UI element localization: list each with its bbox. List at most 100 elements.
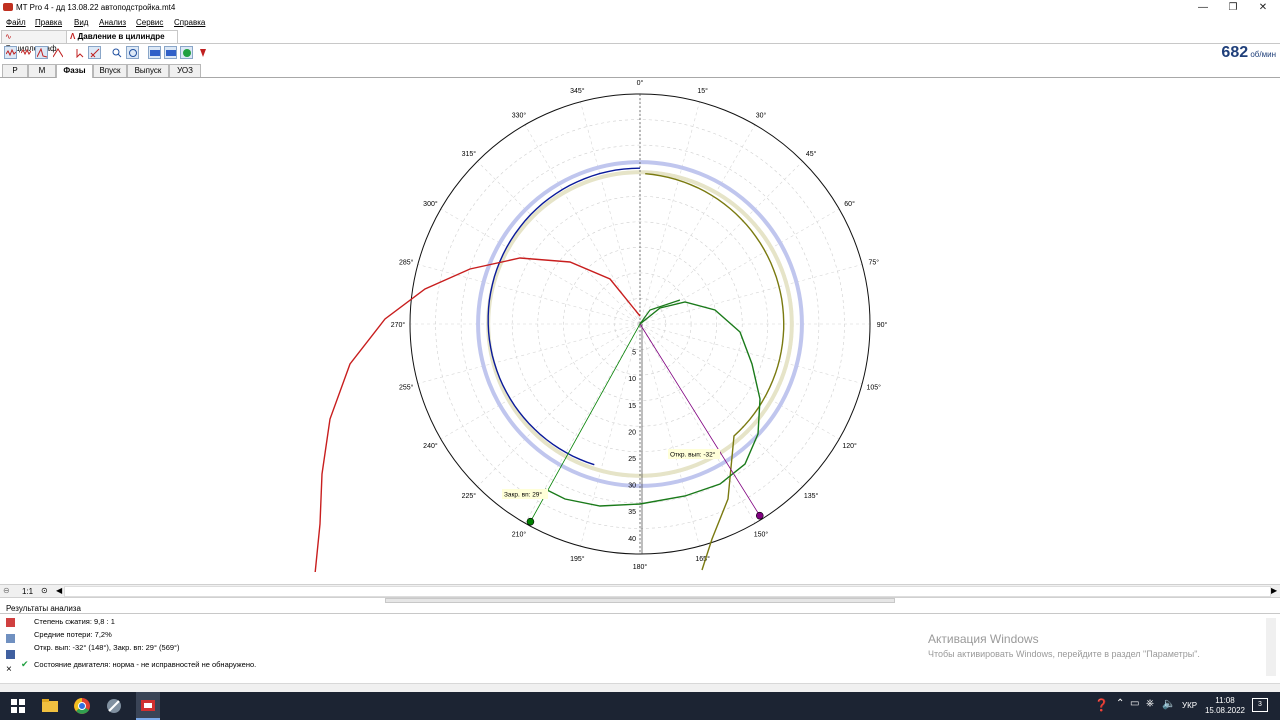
marker-handle[interactable]	[526, 517, 535, 526]
export-icon[interactable]	[6, 618, 15, 627]
toolbar-multiwave-button[interactable]	[19, 46, 32, 59]
grid-icon	[150, 50, 160, 56]
menu-edit[interactable]: Правка	[35, 18, 62, 27]
save-icon[interactable]	[6, 650, 15, 659]
angle-label: 285°	[399, 258, 414, 266]
result-engine-state: Состояние двигателя: норма - не исправно…	[34, 660, 257, 669]
close-icon[interactable]: ×	[6, 664, 12, 675]
radial-label: 10	[628, 376, 636, 383]
network-icon[interactable]: ⎈	[1146, 698, 1154, 709]
scroll-right-arrow[interactable]: ▶	[1271, 586, 1277, 595]
angle-label: 15°	[697, 87, 708, 95]
clock[interactable]: 11:08 15.08.2022	[1204, 696, 1246, 716]
mtpro-icon	[141, 700, 155, 711]
phase-intake[interactable]: Впуск ⟳	[0, 572, 320, 583]
toolbar-table-button[interactable]	[164, 46, 177, 59]
toolbar-pressure-button[interactable]	[35, 46, 48, 59]
result-average-loss: Средние потери: 7,2%	[34, 630, 112, 639]
notification-count: 3	[1258, 701, 1262, 708]
phase-exhaust-label: Выпуск	[1100, 573, 1131, 582]
volume-icon[interactable]: 🔈	[1162, 697, 1176, 710]
chrome-icon[interactable]	[72, 696, 92, 716]
toolbar-grid-button[interactable]	[148, 46, 161, 59]
rpm-unit: об/мин	[1250, 50, 1276, 59]
tab-intake[interactable]: Впуск	[93, 64, 127, 77]
tab-ignition[interactable]: УОЗ	[169, 64, 201, 77]
result-valve-timing: Откр. вып: -32° (148°), Закр. вп: 29° (5…	[34, 643, 180, 652]
tab-cylinder-pressure[interactable]: Λ Давление в цилиндре	[66, 30, 178, 43]
phase-bar: Впуск ⟳ Сжатие ⟳ Раб. ход ⟳ Выпуск ⟳	[0, 572, 1280, 583]
polar-chart[interactable]: 0° 15° 30° 45° 60° 75° 90° 105° 120° 135° 150° 165°…	[0, 78, 1280, 572]
windows-start-icon[interactable]	[8, 696, 28, 716]
phase-power-stroke[interactable]: Раб. ход ⟳	[640, 572, 960, 583]
toolbar-wave-button[interactable]	[4, 46, 17, 59]
pressure-icon: Λ	[70, 32, 76, 41]
phase-exhaust[interactable]: Выпуск ⟳	[960, 572, 1280, 583]
phase-power-label: Раб. ход	[778, 573, 813, 582]
radial-label: 35	[628, 509, 636, 516]
marker-handle[interactable]	[755, 511, 764, 520]
angle-label: 45°	[806, 150, 817, 158]
toolbar-rotate-button[interactable]	[126, 46, 139, 59]
rotate-icon	[129, 49, 137, 57]
phase-intake-label: Впуск	[143, 573, 168, 582]
toolbar-cursor-button[interactable]	[73, 46, 86, 59]
windows-activation-watermark: Активация Windows Чтобы активировать Win…	[928, 632, 1200, 659]
angle-label: 330°	[512, 111, 527, 119]
angle-label: 135°	[804, 492, 819, 500]
tab-m[interactable]: M	[28, 64, 56, 77]
settings-icon	[200, 49, 206, 57]
clock-time: 11:08	[1215, 696, 1235, 705]
angle-label: 150°	[754, 531, 769, 539]
windows-taskbar: ❓ ⌃ ▭ ⎈ 🔈 УКР 11:08 15.08.2022 3	[0, 692, 1280, 720]
grid-spoke	[440, 323, 641, 440]
scroll-left-arrow[interactable]: ◀	[56, 586, 62, 595]
tab-oscilloscope[interactable]: ∿ Осциллограф	[1, 30, 69, 53]
close-button[interactable]: ✕	[1248, 0, 1278, 15]
toolbar-zoom-button[interactable]	[110, 46, 123, 59]
document-tabs: ∿ Осциллограф Λ Давление в цилиндре	[0, 29, 1280, 53]
zoom-level[interactable]: 1:1	[22, 587, 33, 596]
minimize-button[interactable]: —	[1188, 0, 1218, 15]
check-ok-icon: ✔	[21, 659, 29, 669]
panel-splitter[interactable]	[385, 598, 895, 603]
circle-arrow-icon: ⟳	[1132, 573, 1140, 582]
toolbar-settings-button[interactable]	[196, 46, 209, 59]
tab-cylinder-pressure-label: Давление в цилиндре	[77, 32, 165, 41]
menu-analysis[interactable]: Анализ	[99, 18, 126, 27]
zoom-fit-icon[interactable]: ⊙	[41, 586, 48, 595]
angle-label: 180°	[633, 563, 648, 571]
maximize-button[interactable]: ❐	[1218, 0, 1248, 15]
check-icon	[183, 49, 191, 57]
menu-service[interactable]: Сервис	[136, 18, 163, 27]
notification-icon[interactable]: 3	[1252, 698, 1268, 712]
zoom-out-icon[interactable]: ⊖	[3, 586, 10, 595]
radial-label: 5	[632, 350, 636, 357]
tool-app-icon[interactable]	[104, 696, 124, 716]
menu-view[interactable]: Вид	[74, 18, 88, 27]
mtpro-taskbar-button[interactable]	[136, 692, 160, 720]
measure-icon	[90, 48, 100, 58]
copy-icon[interactable]	[6, 634, 15, 643]
chevron-up-icon[interactable]: ⌃	[1116, 698, 1124, 709]
tab-exhaust[interactable]: Выпуск	[127, 64, 169, 77]
help-icon[interactable]: ❓	[1094, 698, 1109, 712]
radial-label: 20	[628, 429, 636, 436]
horizontal-scrollbar[interactable]	[64, 586, 1271, 597]
tab-p[interactable]: P	[2, 64, 28, 77]
toolbar-peak-button[interactable]	[51, 46, 64, 59]
grid-spoke	[580, 101, 641, 325]
phase-compression[interactable]: Сжатие ⟳	[320, 572, 640, 583]
angle-label: 210°	[512, 531, 527, 539]
toolbar-check-button[interactable]	[180, 46, 193, 59]
marker-label: Закр. вп: 29°	[504, 491, 542, 499]
language-indicator[interactable]: УКР	[1182, 701, 1197, 710]
menu-help[interactable]: Справка	[174, 18, 205, 27]
tab-phases[interactable]: Фазы	[56, 64, 93, 78]
battery-icon[interactable]: ▭	[1130, 698, 1139, 709]
results-vertical-scrollbar[interactable]	[1266, 618, 1276, 676]
menu-file[interactable]: Файл	[6, 18, 26, 27]
angle-label: 315°	[462, 150, 477, 158]
file-explorer-icon[interactable]	[40, 696, 60, 716]
toolbar-measure-button[interactable]	[88, 46, 101, 59]
